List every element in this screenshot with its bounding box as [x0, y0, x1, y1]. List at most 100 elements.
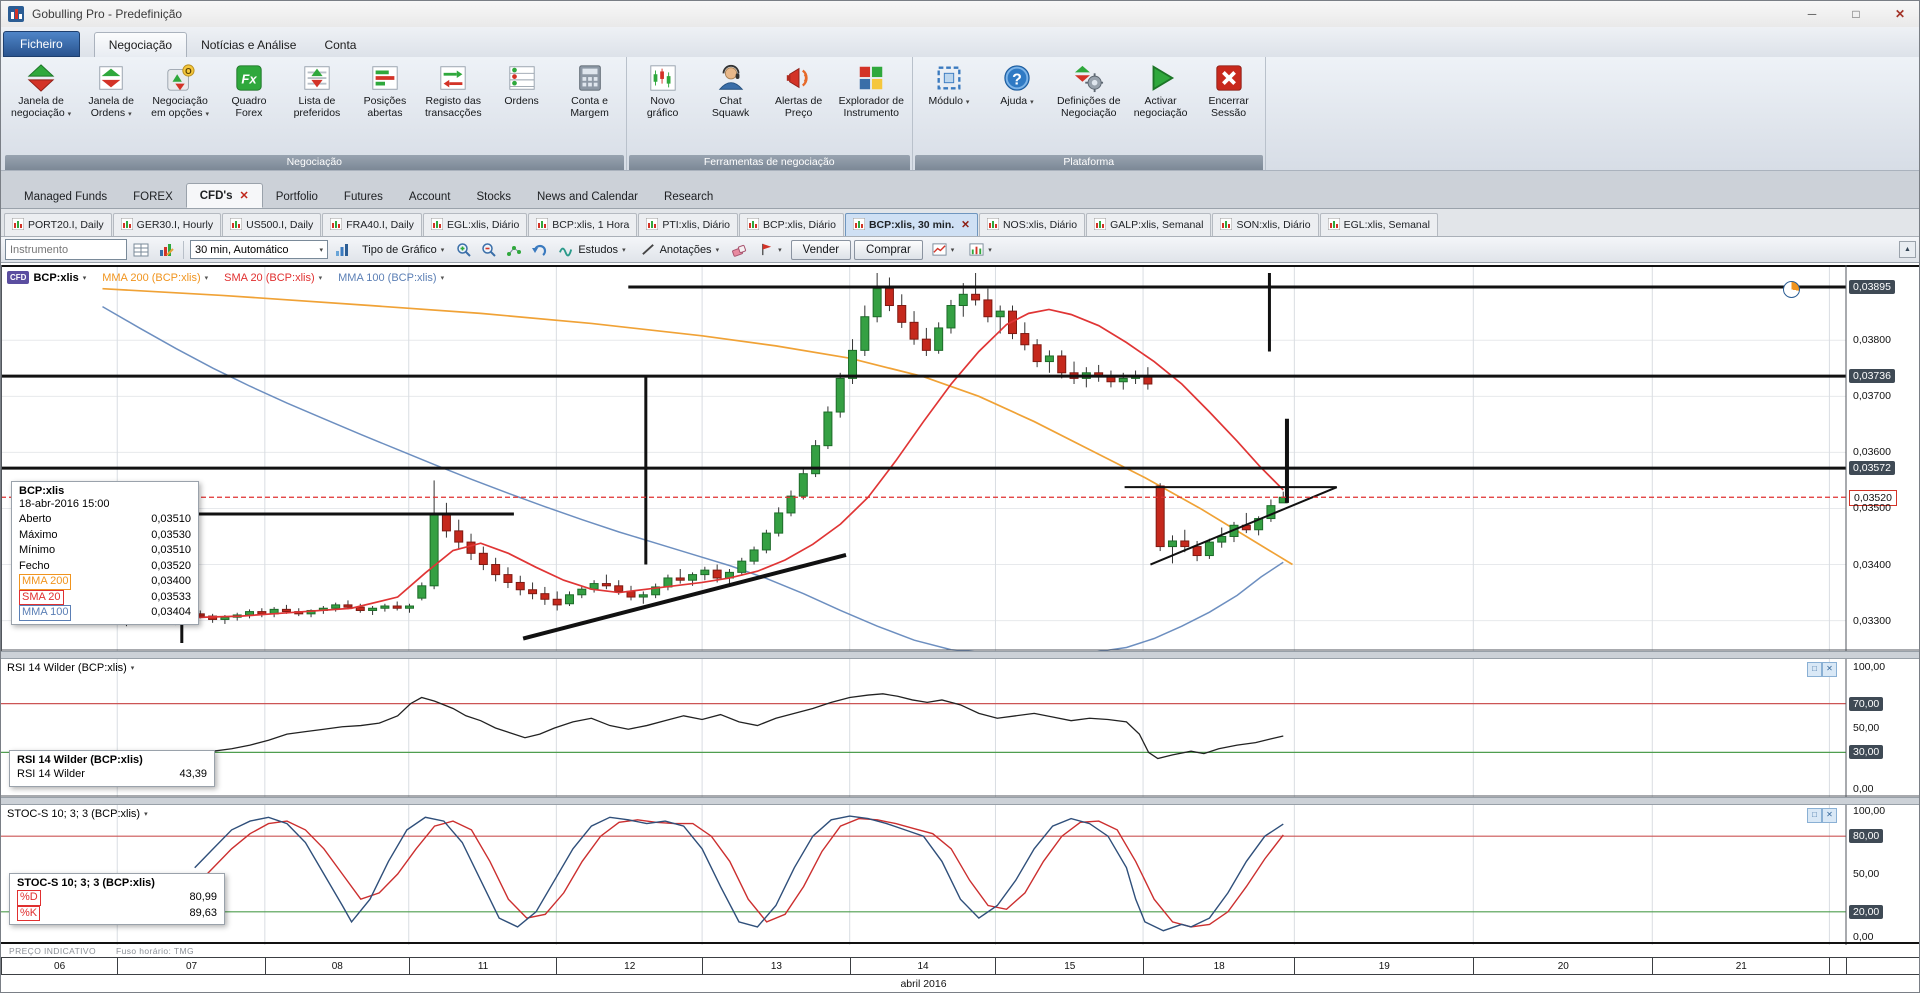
chart-tab-us500-i-daily[interactable]: US500.I, Daily: [222, 213, 322, 236]
rsi-panel-close-icon[interactable]: ✕: [1822, 662, 1837, 677]
workspace-tab-futures[interactable]: Futures: [331, 185, 396, 208]
maximize-button[interactable]: □: [1841, 4, 1871, 24]
chart-tab-egl-xlis-di-rio[interactable]: EGL:xlis, Diário: [422, 213, 528, 236]
stochastic-plot[interactable]: [1, 805, 1919, 945]
chart-tab-egl-xlis-semanal[interactable]: EGL:xlis, Semanal: [1319, 213, 1438, 236]
instrument-list-button[interactable]: [130, 239, 152, 260]
tooltip-row-value: 0,03520: [151, 559, 191, 572]
chart-tab-ger30-i-hourly[interactable]: GER30.I, Hourly: [112, 213, 222, 236]
studies-button[interactable]: Estudos ▾: [553, 239, 631, 261]
chart-toolbar: 30 min, Automático▾ Tipo de Gráfico▾ Est…: [1, 237, 1919, 263]
ribbon-button-janela-de-negocia-o[interactable]: Janela de negociação ▾: [5, 59, 77, 121]
ribbon-button-registo-das-transac-es[interactable]: Registo das transacções: [419, 59, 488, 121]
panel-splitter-2[interactable]: [1, 797, 1919, 805]
ribbon-button-encerrar-sess-o[interactable]: Encerrar Sessão: [1195, 59, 1263, 121]
chart-tab-bcp-xlis-1-hora[interactable]: BCP:xlis, 1 Hora: [528, 213, 638, 236]
sma20-legend[interactable]: SMA 20 (BCP:xlis) ▾: [224, 272, 322, 284]
ribbon-button-activar-negocia-o[interactable]: Activar negociação: [1127, 59, 1195, 121]
volume-chart-button[interactable]: ▾: [963, 239, 998, 261]
workspace-tab-account[interactable]: Account: [396, 185, 464, 208]
main-chart-legend: CFD BCP:xlis ▾ MMA 200 (BCP:xlis) ▾ SMA 20 …: [7, 271, 444, 284]
tooltip-row-label: %K: [17, 905, 41, 921]
price-chart-button[interactable]: ▾: [926, 239, 961, 261]
chart-tab-galp-xlis-semanal[interactable]: GALP:xlis, Semanal: [1086, 213, 1212, 236]
mma200-label: MMA 200 (BCP:xlis): [102, 271, 201, 284]
ribbon-button-posi-es-abertas[interactable]: Posições abertas: [351, 59, 419, 121]
ribbon-button-janela-de-ordens[interactable]: Janela de Ordens ▾: [77, 59, 145, 121]
grid-icon: [133, 243, 149, 256]
ribbon-button-quadro-forex[interactable]: Fx Quadro Forex: [215, 59, 283, 121]
flag-annotation-button[interactable]: ▾: [753, 239, 788, 261]
rsi-legend-label: RSI 14 Wilder (BCP:xlis): [7, 662, 127, 674]
ribbon-button-defini-es-de-negocia-o[interactable]: Definições de Negociação: [1051, 59, 1127, 121]
chart-session-clock-icon[interactable]: [1783, 281, 1800, 298]
symbol-legend[interactable]: CFD BCP:xlis ▾: [7, 271, 86, 284]
interval-select[interactable]: 30 min, Automático ▾: [190, 240, 328, 259]
undo-button[interactable]: [528, 239, 550, 260]
ribbon-button-explorador-de-instrumento[interactable]: Explorador de Instrumento: [833, 59, 910, 121]
workspace-tab-forex[interactable]: FOREX: [120, 185, 186, 208]
mini-chart-icon: [430, 217, 444, 233]
file-menu-button[interactable]: Ficheiro: [3, 31, 80, 57]
panel-splitter-1[interactable]: [1, 651, 1919, 659]
chevron-down-icon: ▾: [130, 665, 135, 672]
chart-tab-nos-xlis-di-rio[interactable]: NOS:xlis, Diário: [978, 213, 1086, 236]
ribbon-button-lista-de-preferidos[interactable]: Lista de preferidos: [283, 59, 351, 121]
chart-tab-pti-xlis-di-rio[interactable]: PTI:xlis, Diário: [638, 213, 739, 236]
menu-tab-not-cias-e-an-lise[interactable]: Notícias e Análise: [187, 33, 310, 57]
ribbon-button-ordens[interactable]: Ordens: [488, 59, 556, 109]
buy-button[interactable]: Comprar: [854, 239, 923, 260]
rsi-legend[interactable]: RSI 14 Wilder (BCP:xlis) ▾: [7, 662, 134, 674]
ribbon-button-chat-squawk[interactable]: Chat Squawk: [697, 59, 765, 121]
rsi-tooltip: RSI 14 Wilder (BCP:xlis) RSI 14 Wilder 43…: [9, 750, 215, 787]
chart-tab-son-xlis-di-rio[interactable]: SON:xlis, Diário: [1212, 213, 1319, 236]
mma200-legend[interactable]: MMA 200 (BCP:xlis) ▾: [102, 272, 208, 284]
instrument-input[interactable]: [5, 239, 127, 260]
menu-bar: Ficheiro Negociação Notícias e Análise Con…: [1, 27, 1919, 58]
menu-tab-conta[interactable]: Conta: [310, 33, 370, 57]
close-tab-icon[interactable]: ✕: [961, 219, 970, 231]
compare-points-button[interactable]: [503, 239, 525, 260]
eraser-button[interactable]: [728, 239, 750, 260]
workspace-tab-cfd-s[interactable]: CFD's ✕: [185, 183, 263, 208]
minimize-button[interactable]: ─: [1797, 4, 1827, 24]
scroll-up-button[interactable]: ▲: [1899, 241, 1916, 258]
close-button[interactable]: ✕: [1885, 4, 1915, 24]
ribbon-button-negocia-o-em-op-es[interactable]: O Negociação em opções ▾: [145, 59, 215, 121]
sell-button[interactable]: Vender: [790, 239, 852, 260]
chart-tab-bcp-xlis-30-min[interactable]: BCP:xlis, 30 min. ✕: [844, 213, 978, 236]
chart-type-button[interactable]: Tipo de Gráfico ▾: [356, 239, 450, 261]
ribbon-button-alertas-de-pre-o[interactable]: Alertas de Preço: [765, 59, 833, 121]
zoom-out-button[interactable]: [478, 239, 500, 260]
ribbon-button-ajuda[interactable]: ? Ajuda ▾: [983, 59, 1051, 109]
mini-chart-icon: [746, 217, 760, 233]
workspace-tab-stocks[interactable]: Stocks: [463, 185, 524, 208]
ribbon-button-conta-e-margem[interactable]: Conta e Margem: [556, 59, 624, 121]
annotations-button[interactable]: Anotações ▾: [635, 239, 726, 261]
main-chart-plot[interactable]: [1, 265, 1919, 651]
chart-type-icon-button[interactable]: [331, 239, 353, 260]
menu-tab-negocia-o[interactable]: Negociação: [93, 32, 188, 57]
workspace-tab-news-and-calendar[interactable]: News and Calendar: [524, 185, 651, 208]
stoc-panel-restore-icon[interactable]: □: [1807, 808, 1822, 823]
stoc-panel-close-icon[interactable]: ✕: [1822, 808, 1837, 823]
ribbon-button-novo-gr-fico[interactable]: Novo gráfico: [629, 59, 697, 121]
chart-tab-bcp-xlis-di-rio[interactable]: BCP:xlis, Diário: [739, 213, 844, 236]
chart-tab-port20-i-daily[interactable]: PORT20.I, Daily: [4, 213, 112, 236]
chart-tab-fra40-i-daily[interactable]: FRA40.I, Daily: [322, 213, 422, 236]
close-tab-icon[interactable]: ✕: [240, 189, 249, 202]
workspace-tab-research[interactable]: Research: [651, 185, 726, 208]
trade-settings-icon: [1074, 63, 1104, 93]
rsi-plot[interactable]: [1, 659, 1919, 797]
mini-chart-icon: [11, 217, 25, 233]
stoc-legend[interactable]: STOC-S 10; 3; 3 (BCP:xlis) ▾: [7, 808, 148, 820]
mma100-legend[interactable]: MMA 100 (BCP:xlis) ▾: [338, 272, 444, 284]
zoom-in-button[interactable]: [453, 239, 475, 260]
instrument-chart-button[interactable]: [155, 239, 177, 260]
workspace-tab-managed-funds[interactable]: Managed Funds: [11, 185, 120, 208]
workspace-tab-portfolio[interactable]: Portfolio: [263, 185, 331, 208]
mini-chart-icon: [1327, 217, 1341, 233]
price-axis-label: 0,03500: [1853, 502, 1891, 515]
rsi-panel-restore-icon[interactable]: □: [1807, 662, 1822, 677]
ribbon-button-m-dulo[interactable]: Módulo ▾: [915, 59, 983, 109]
